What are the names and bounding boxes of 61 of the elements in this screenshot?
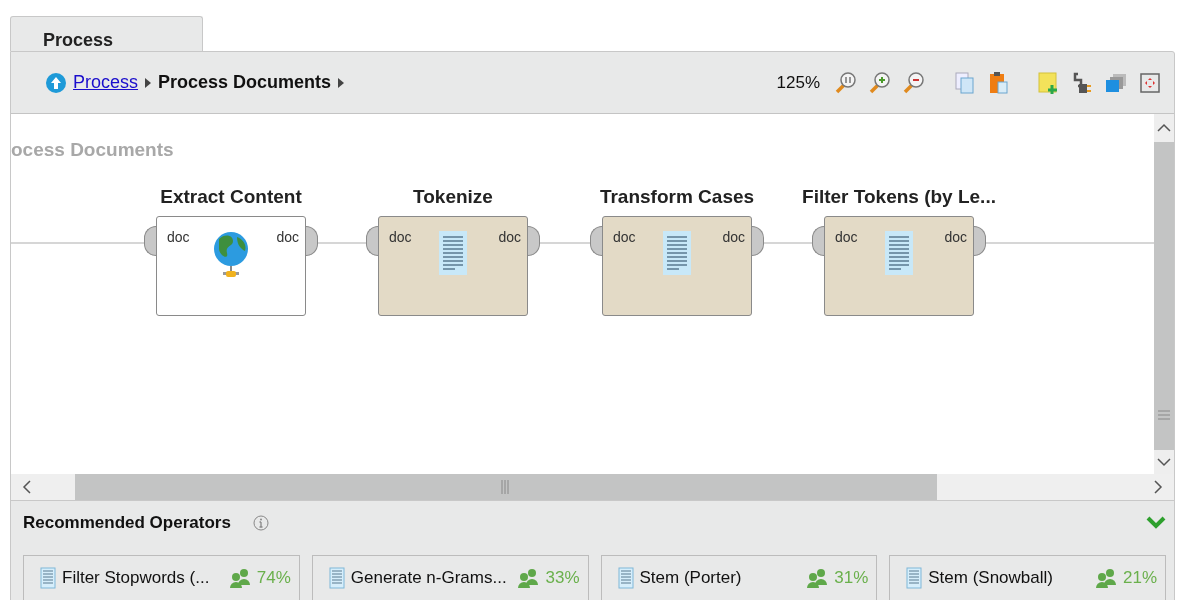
info-icon[interactable] [252,515,269,531]
operator-name: Stem (Porter) [639,568,743,588]
process-title: ocess Documents [11,139,174,161]
output-port[interactable] [752,226,764,256]
input-port[interactable] [366,226,378,256]
output-port[interactable] [974,226,986,256]
operator-node[interactable]: doc doc [378,216,528,316]
zoom-in-icon[interactable] [868,70,892,95]
operator-name: Stem (Snowball) [928,568,1054,588]
usage-percent: 33% [545,568,580,588]
breadcrumb-link[interactable]: Process [73,72,139,93]
document-icon [328,566,345,590]
operator-name: Filter Tokens (by Le... [801,186,997,208]
port-label: doc [167,229,190,245]
users-icon [1094,568,1117,588]
operator-name: Transform Cases [598,186,756,208]
output-port[interactable] [528,226,540,256]
horizontal-scrollbar-thumb[interactable] [75,474,937,500]
recommended-title: Recommended Operators [23,513,231,533]
usage-percent: 21% [1122,568,1157,588]
port-label: doc [389,229,412,245]
breadcrumb-current: Process Documents [158,72,332,93]
operator-node[interactable]: doc doc [156,216,306,316]
input-port[interactable] [144,226,156,256]
port-label: doc [613,229,636,245]
operator-node[interactable]: doc doc [602,216,752,316]
port-label: doc [722,229,745,245]
add-note-icon[interactable] [1036,70,1060,95]
zoom-level: 125% [776,72,820,93]
port-label: doc [498,229,521,245]
document-icon [617,566,634,590]
output-port[interactable] [306,226,318,256]
zoom-reset-icon[interactable] [834,70,858,95]
input-port[interactable] [812,226,824,256]
process-tab[interactable]: Process [10,16,203,51]
operator-node[interactable]: doc doc [824,216,974,316]
document-icon [906,566,923,590]
chevron-down-icon[interactable] [1146,516,1166,530]
operator-card[interactable]: Filter Stopwords (... 74% [23,555,300,600]
operator-card[interactable]: Stem (Snowball) 21% [889,555,1166,600]
caret-icon [144,76,153,89]
operator-name: Tokenize [412,186,494,208]
port-label: doc [276,229,299,245]
port-label: doc [944,229,967,245]
users-icon [228,568,251,588]
caret-icon [337,76,346,89]
usage-percent: 74% [256,568,291,588]
operator-name: Generate n-Grams... [350,568,508,588]
operator-card[interactable]: Generate n-Grams... 33% [311,555,589,600]
input-port[interactable] [590,226,602,256]
usage-percent: 31% [834,568,869,588]
operator-name: Extract Content [159,186,303,208]
operator-name: Filter Stopwords (... [62,568,211,588]
users-icon [806,568,829,588]
document-icon [40,566,56,590]
fit-icon[interactable] [1138,70,1162,95]
zoom-out-icon[interactable] [902,70,926,95]
port-label: doc [835,229,858,245]
operator-card[interactable]: Stem (Porter) 31% [600,555,878,600]
users-icon [517,568,540,588]
vertical-scrollbar-thumb[interactable] [1154,142,1174,450]
